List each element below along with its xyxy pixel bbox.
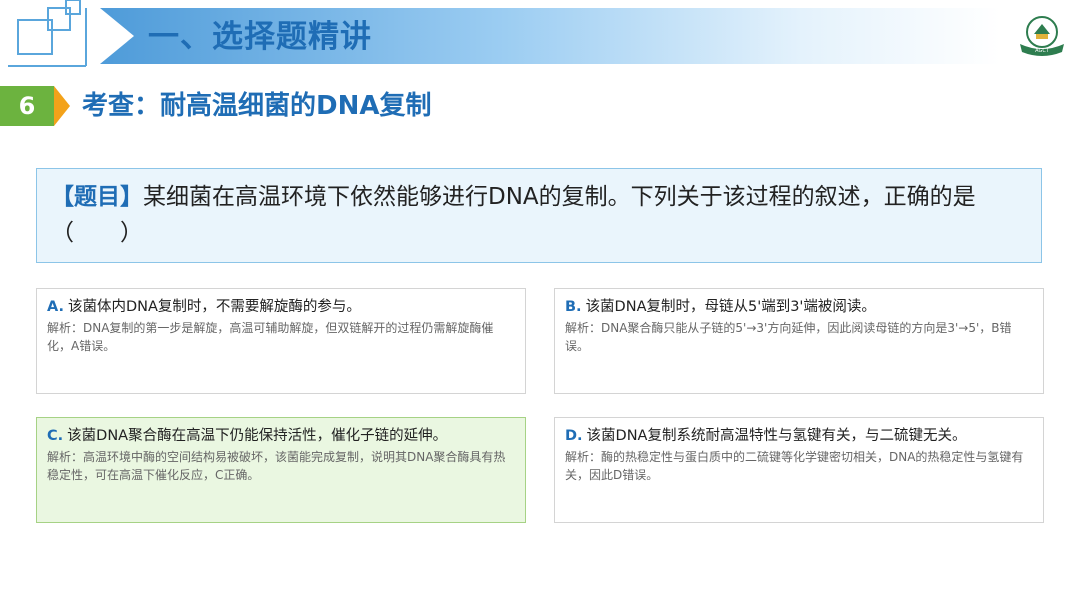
option-c-card[interactable]: C. 该菌DNA聚合酶在高温下仍能保持活性，催化子链的延伸。 解析：高温环境中酶的… [36, 417, 526, 523]
option-letter: A. [47, 299, 64, 315]
option-statement: 该菌体内DNA复制时，不需要解旋酶的参与。 [68, 299, 361, 315]
option-d-card[interactable]: D. 该菌DNA复制系统耐高温特性与氢键有关，与二硫键无关。 解析：酶的热稳定性与… [554, 417, 1044, 523]
option-statement: 该菌DNA复制时，母链从5'端到3'端被阅读。 [585, 299, 876, 315]
option-explanation: 解析：DNA聚合酶只能从子链的5'→3'方向延伸，因此阅读母链的方向是3'→5'… [565, 321, 1012, 353]
option-explanation: 解析：酶的热稳定性与蛋白质中的二硫键等化学键密切相关，DNA的热稳定性与氢键有关… [565, 450, 1024, 482]
option-a-card[interactable]: A. 该菌体内DNA复制时，不需要解旋酶的参与。 解析：DNA复制的第一步是解旋，… [36, 288, 526, 394]
section-number: 6 [0, 86, 54, 126]
section-title: 考查：耐高温细菌的DNA复制 [82, 91, 432, 121]
option-letter: B. [565, 299, 582, 315]
section-arrow-icon [54, 86, 70, 126]
question-tag: 【题目】 [51, 184, 143, 210]
question-box: 【题目】某细菌在高温环境下依然能够进行DNA的复制。下列关于该过程的叙述，正确的… [36, 168, 1042, 263]
option-b-card[interactable]: B. 该菌DNA复制时，母链从5'端到3'端被阅读。 解析：DNA聚合酶只能从子链… [554, 288, 1044, 394]
option-statement: 该菌DNA聚合酶在高温下仍能保持活性，催化子链的延伸。 [67, 428, 448, 444]
option-letter: D. [565, 428, 583, 444]
banner-arrow-decoration [100, 8, 134, 64]
logo-text: AGCT [1035, 48, 1050, 54]
banner-title: 一、选择题精讲 [148, 19, 372, 55]
corner-squares-decoration [8, 0, 87, 67]
school-logo: AGCT [1012, 10, 1072, 62]
option-statement: 该菌DNA复制系统耐高温特性与氢键有关，与二硫键无关。 [586, 428, 967, 444]
question-text: 某细菌在高温环境下依然能够进行DNA的复制。下列关于该过程的叙述，正确的是（ ） [51, 184, 976, 246]
option-explanation: 解析：高温环境中酶的空间结构易被破坏，该菌能完成复制，说明其DNA聚合酶具有热稳… [47, 450, 506, 482]
option-explanation: 解析：DNA复制的第一步是解旋，高温可辅助解旋，但双链解开的过程仍需解旋酶催化，… [47, 321, 494, 353]
option-letter: C. [47, 428, 64, 444]
